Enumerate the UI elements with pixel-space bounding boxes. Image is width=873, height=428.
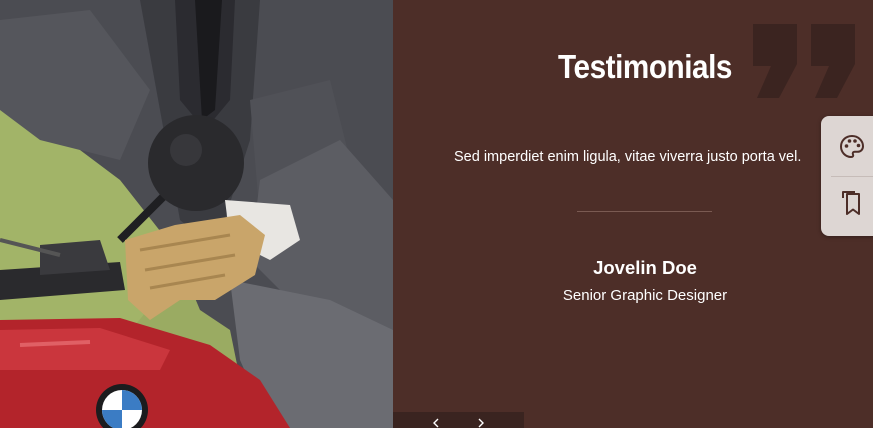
motorcycle-rider-image [0, 0, 393, 428]
author-role: Senior Graphic Designer [562, 287, 728, 304]
bookmarks-icon [842, 191, 860, 215]
testimonial-quote: Sed imperdiet enim ligula, vitae viverra… [454, 149, 802, 165]
testimonials-page: Testimonials Sed imperdiet enim ligula, … [0, 0, 873, 428]
prev-button[interactable] [428, 412, 444, 428]
testimonial-photo [0, 0, 393, 428]
divider [577, 211, 712, 212]
chevron-left-icon [432, 418, 439, 428]
side-toolbar [821, 116, 873, 236]
author-name: Jovelin Doe [593, 257, 697, 278]
chevron-right-icon [478, 418, 485, 428]
carousel-nav [393, 412, 524, 428]
palette-button[interactable] [835, 130, 869, 164]
section-title: Testimonials [558, 48, 732, 85]
next-button[interactable] [473, 412, 489, 428]
testimonial-panel: Testimonials Sed imperdiet enim ligula, … [393, 0, 873, 428]
toolbar-divider [831, 176, 873, 177]
palette-icon [839, 134, 865, 159]
bookmarks-button[interactable] [835, 186, 869, 220]
